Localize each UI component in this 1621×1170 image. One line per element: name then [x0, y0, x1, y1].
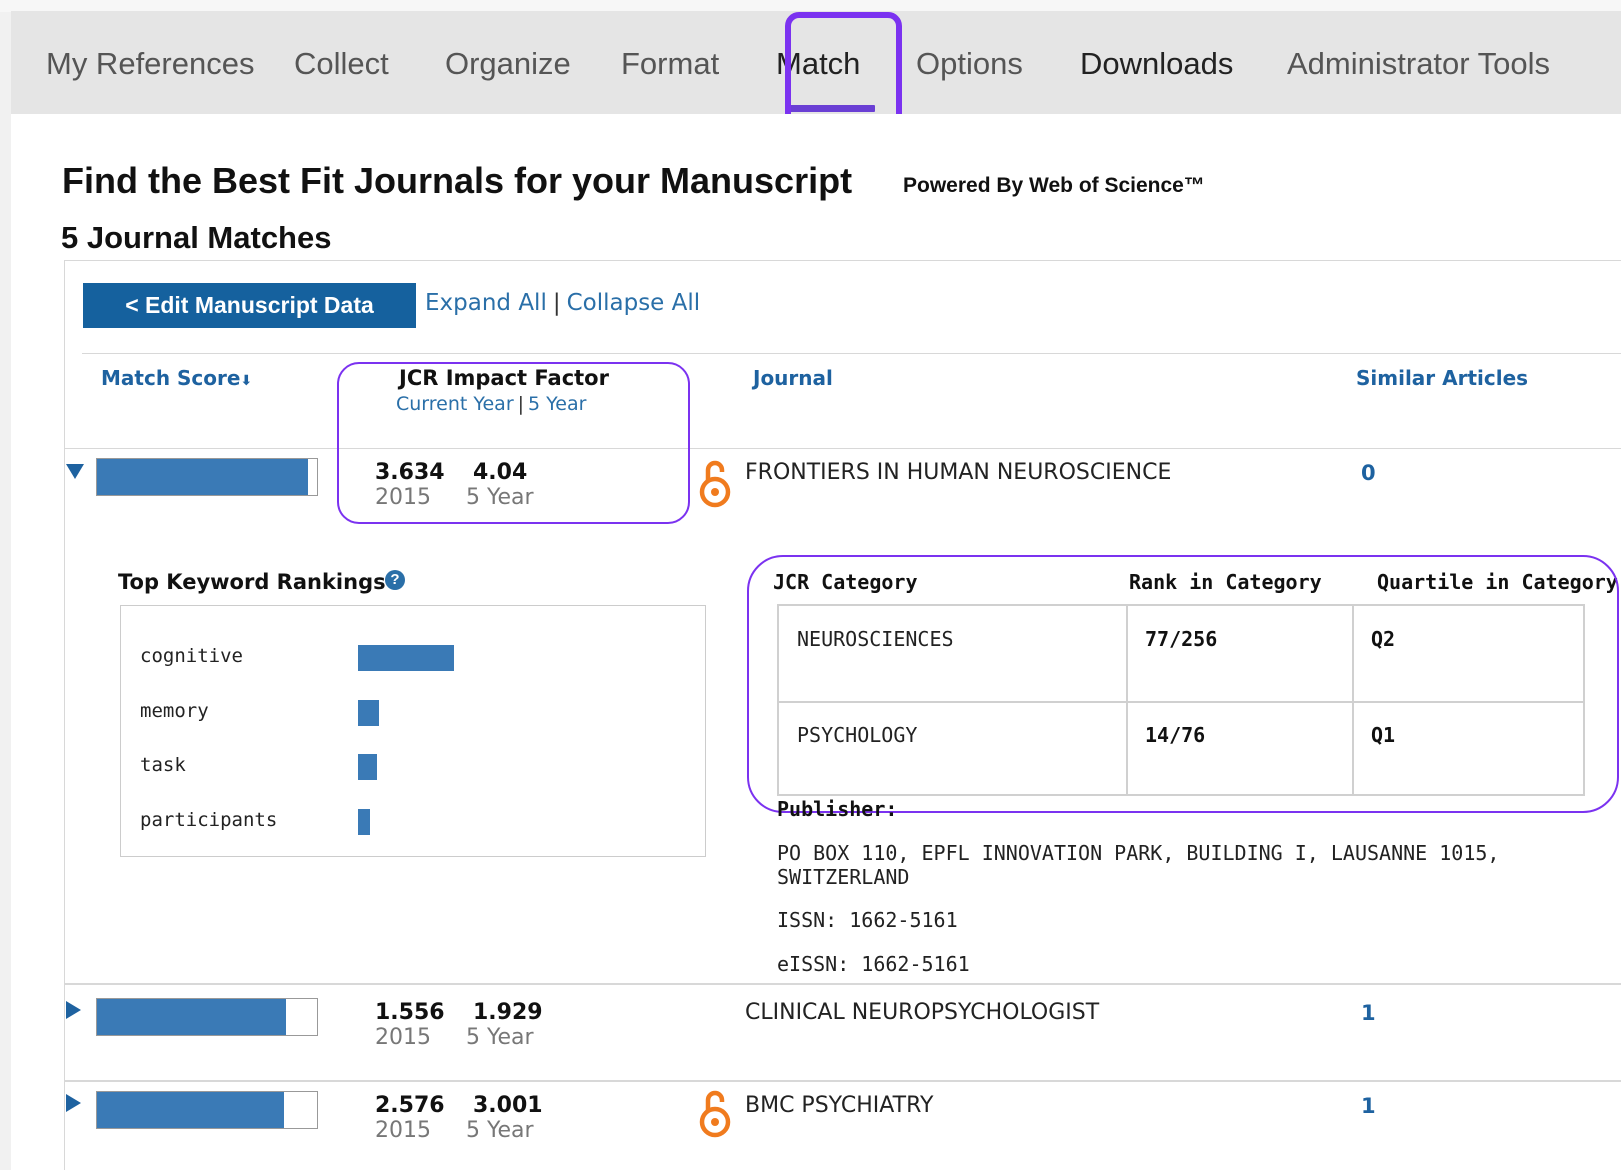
journal-name[interactable]: CLINICAL NEUROPSYCHOLOGIST [745, 1000, 1099, 1025]
journal-header[interactable]: Journal [753, 366, 833, 390]
match-score-bar [96, 458, 318, 496]
keyword-bar [358, 809, 370, 835]
keyword-label: memory [140, 700, 209, 722]
keyword-bar [358, 645, 454, 671]
impact-factor-current: 2.576 [375, 1093, 445, 1118]
impact-factor-current-label: 2015 [375, 1025, 431, 1050]
impact-factor-current: 3.634 [375, 460, 445, 485]
impact-factor-5yr: 1.929 [473, 1000, 543, 1025]
keyword-bar [358, 754, 377, 780]
nav-format[interactable]: Format [621, 46, 719, 82]
eissn: eISSN: 1662-5161 [777, 952, 970, 976]
publisher-address-line2: SWITZERLAND [777, 865, 910, 889]
similar-articles-header[interactable]: Similar Articles [1356, 366, 1528, 390]
journal-name[interactable]: FRONTIERS IN HUMAN NEUROSCIENCE [745, 460, 1171, 485]
header-divider [64, 448, 1621, 449]
impact-factor-5yr-label: 5 Year [466, 1025, 534, 1050]
page-title: Find the Best Fit Journals for your Manu… [62, 160, 853, 201]
keyword-bar [358, 700, 379, 726]
link-separator: | [552, 290, 561, 316]
match-score-bar [96, 1091, 318, 1129]
similar-articles-count[interactable]: 0 [1361, 461, 1376, 485]
expand-row-icon[interactable] [66, 1001, 81, 1019]
nav-my-references[interactable]: My References [46, 46, 254, 82]
nav-downloads[interactable]: Downloads [1080, 46, 1233, 82]
keyword-rankings-title: Top Keyword Rankings [118, 570, 386, 594]
journal-name[interactable]: BMC PSYCHIATRY [745, 1093, 933, 1118]
match-score-fill [97, 1092, 284, 1128]
expand-all-link[interactable]: Expand All [425, 290, 547, 316]
impact-factor-current-label: 2015 [375, 1118, 431, 1143]
issn: ISSN: 1662-5161 [777, 908, 958, 932]
match-score-header-label: Match Score [101, 366, 241, 390]
jcr-category-highlight [747, 555, 1619, 813]
row-divider-2 [64, 1080, 1621, 1082]
results-panel-left-border [64, 260, 65, 1170]
publisher-label: Publisher: [777, 797, 898, 821]
nav-options[interactable]: Options [916, 46, 1023, 82]
keyword-label: task [140, 754, 186, 776]
similar-articles-count[interactable]: 1 [1361, 1001, 1376, 1025]
similar-articles-count[interactable]: 1 [1361, 1094, 1376, 1118]
toolbar-divider [82, 353, 1621, 354]
impact-factor-5yr: 4.04 [473, 460, 528, 485]
match-score-fill [97, 999, 287, 1035]
keyword-label: participants [140, 809, 278, 831]
impact-factor-5yr-label: 5 Year [466, 485, 534, 510]
open-access-icon [699, 1090, 731, 1138]
collapse-row-icon[interactable] [66, 464, 84, 479]
publisher-address-line1: PO BOX 110, EPFL INNOVATION PARK, BUILDI… [777, 841, 1500, 865]
help-icon[interactable]: ? [385, 570, 405, 590]
nav-organize[interactable]: Organize [445, 46, 571, 82]
impact-factor-current: 1.556 [375, 1000, 445, 1025]
impact-factor-5yr-label: 5 Year [466, 1118, 534, 1143]
results-panel-top-border [64, 260, 1621, 261]
open-access-icon [699, 460, 731, 508]
keyword-label: cognitive [140, 645, 243, 667]
nav-collect[interactable]: Collect [294, 46, 389, 82]
expand-row-icon[interactable] [66, 1094, 81, 1112]
edit-manuscript-button[interactable]: < Edit Manuscript Data [83, 283, 416, 328]
row-divider-1 [64, 983, 1621, 985]
match-score-fill [97, 459, 309, 495]
expand-collapse-controls: Expand All | Collapse All [425, 290, 700, 316]
powered-by-label: Powered By Web of Science™ [903, 174, 1205, 197]
nav-administrator-tools[interactable]: Administrator Tools [1287, 46, 1550, 82]
match-score-bar [96, 998, 318, 1036]
sort-down-icon: ⬇ [240, 373, 253, 389]
impact-factor-5yr: 3.001 [473, 1093, 543, 1118]
match-count-heading: 5 Journal Matches [61, 220, 332, 255]
match-score-header[interactable]: Match Score⬇ [101, 366, 252, 390]
impact-factor-current-label: 2015 [375, 485, 431, 510]
collapse-all-link[interactable]: Collapse All [567, 290, 701, 316]
